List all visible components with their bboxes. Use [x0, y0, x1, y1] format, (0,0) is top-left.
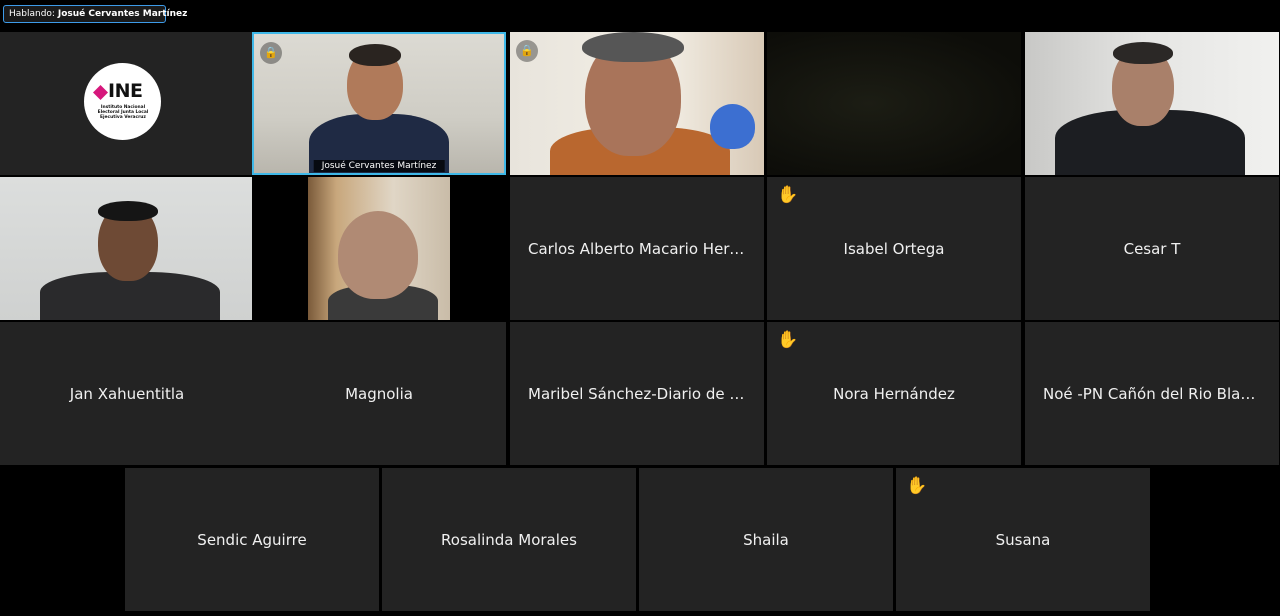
participant-tile[interactable]: Noé -PN Cañón del Rio Blan... [1025, 322, 1279, 465]
participant-tile-video-6[interactable] [252, 177, 506, 320]
speaking-label: Hablando: [9, 9, 55, 19]
participant-name: Shaila [743, 530, 789, 549]
participant-tile[interactable]: ✋ Susana [896, 468, 1150, 611]
participant-name: Carlos Alberto Macario Hern... [528, 239, 754, 258]
participant-tile-video-3[interactable] [767, 32, 1021, 175]
video-feed [308, 177, 450, 320]
raised-hand-icon: ✋ [777, 185, 799, 205]
raised-hand-icon: ✋ [906, 476, 928, 496]
lock-icon: 🔒 [516, 40, 538, 62]
participant-tile[interactable]: ✋ Isabel Ortega [767, 177, 1021, 320]
participant-name: Noé -PN Cañón del Rio Blan... [1043, 384, 1265, 403]
participant-caption: Josué Cervantes Martínez [313, 160, 445, 172]
participant-name: Maribel Sánchez-Diario de X... [528, 384, 754, 403]
logo-text: INE [108, 80, 143, 102]
participant-tile[interactable]: ✋ Nora Hernández [767, 322, 1021, 465]
participant-tile-josue[interactable]: 🔒 Josué Cervantes Martínez [252, 32, 506, 175]
participant-tile[interactable]: Maribel Sánchez-Diario de X... [510, 322, 764, 465]
lock-icon: 🔒 [260, 42, 282, 64]
video-feed [510, 32, 764, 175]
video-feed [254, 34, 504, 173]
participant-tile[interactable]: Sendic Aguirre [125, 468, 379, 611]
participant-name: Nora Hernández [833, 384, 955, 403]
participant-tile[interactable]: Carlos Alberto Macario Hern... [510, 177, 764, 320]
participant-tile[interactable]: Shaila [639, 468, 893, 611]
participant-tile-video-4[interactable] [1025, 32, 1279, 175]
participant-tile[interactable]: Magnolia [252, 322, 506, 465]
participant-name: Rosalinda Morales [441, 530, 577, 549]
participant-name: Sendic Aguirre [197, 530, 307, 549]
logo-subtitle: Instituto Nacional Electoral Junta Local… [97, 105, 149, 121]
participant-tile-video-2[interactable]: 🔒 [510, 32, 764, 175]
participant-tile[interactable]: Cesar T [1025, 177, 1279, 320]
speaking-name: Josué Cervantes Martínez [57, 9, 188, 19]
participant-name: Cesar T [1123, 239, 1181, 258]
video-feed [1025, 32, 1279, 175]
ine-logo: INE Instituto Nacional Electoral Junta L… [84, 63, 161, 140]
participant-name: Magnolia [345, 384, 413, 403]
participant-name: Jan Xahuentitla [69, 384, 185, 403]
raised-hand-icon: ✋ [777, 330, 799, 350]
video-feed [767, 32, 1021, 175]
participant-tile[interactable]: Rosalinda Morales [382, 468, 636, 611]
participant-name: Isabel Ortega [843, 239, 945, 258]
ine-logo-icon [93, 85, 108, 100]
video-feed [0, 177, 254, 320]
speaking-indicator: Hablando: Josué Cervantes Martínez [3, 5, 187, 23]
participant-tile-video-5[interactable] [0, 177, 254, 320]
participant-tile-logo[interactable]: INE Instituto Nacional Electoral Junta L… [0, 32, 254, 175]
participant-tile[interactable]: Jan Xahuentitla [0, 322, 254, 465]
participant-name: Susana [995, 530, 1051, 549]
